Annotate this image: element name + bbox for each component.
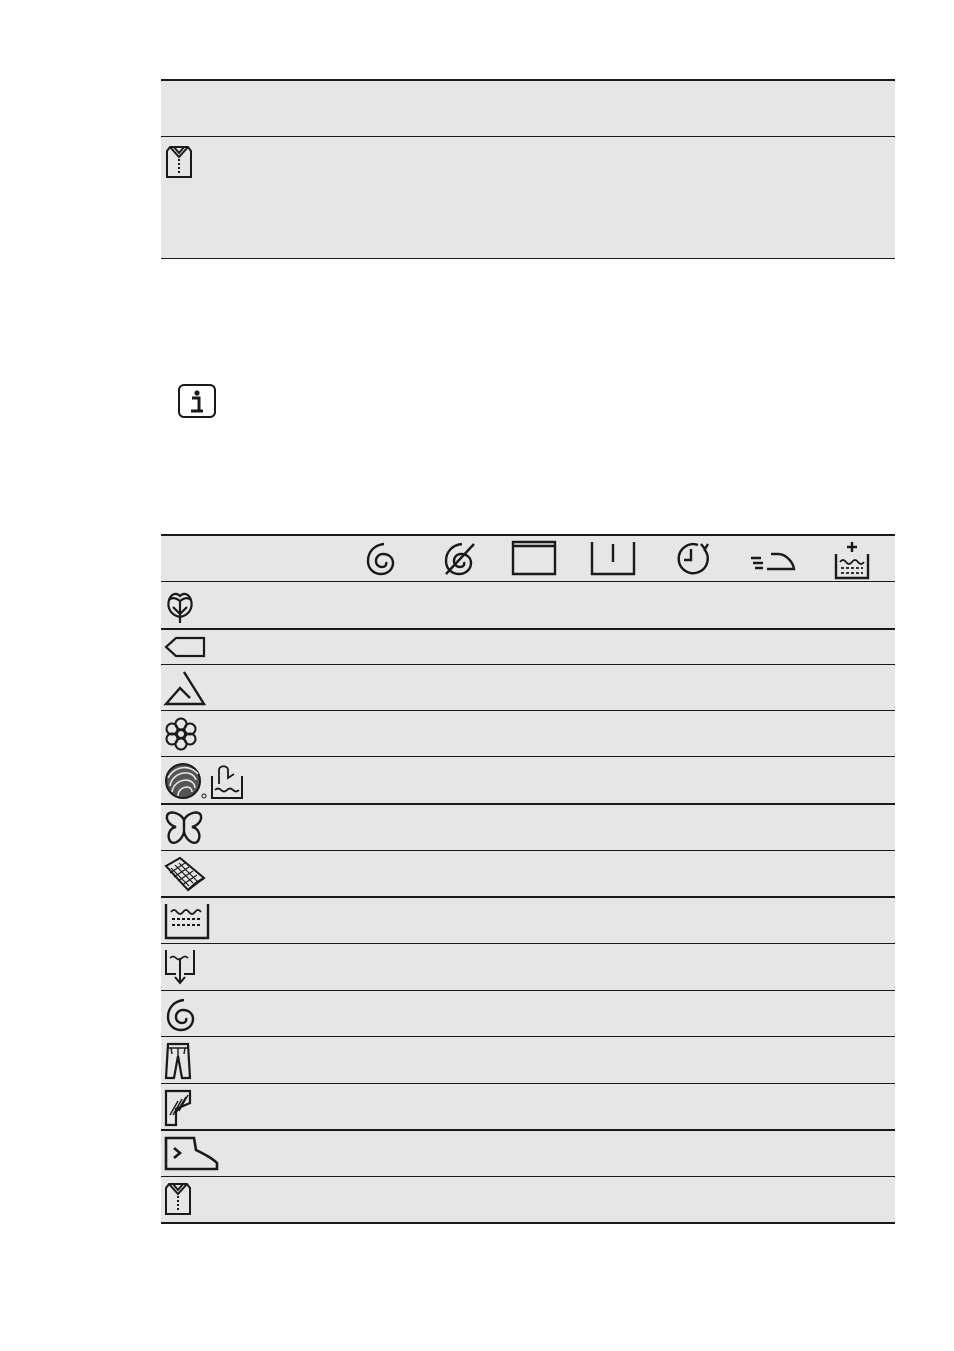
sportswear-shoe-icon <box>164 1136 220 1172</box>
row-divider <box>161 896 895 898</box>
no-spin-icon <box>442 540 478 576</box>
row-divider <box>161 1176 895 1177</box>
row-divider <box>161 756 895 757</box>
extra-rinse-icon <box>834 540 870 580</box>
drain-icon <box>164 948 196 986</box>
row-divider <box>161 710 895 711</box>
row-divider <box>161 1036 895 1037</box>
row-divider <box>161 1129 895 1131</box>
info-icon <box>177 383 217 419</box>
duvet-icon <box>164 1089 194 1127</box>
rinse-hold-icon <box>511 540 557 576</box>
mixed-flower-icon <box>164 716 198 752</box>
spin-icon <box>364 540 398 576</box>
spin-icon <box>164 996 198 1032</box>
curtains-icon <box>164 856 206 892</box>
denim-icon <box>164 1042 192 1080</box>
wool-handwash-icon <box>164 762 244 800</box>
synthetics-icon <box>164 636 206 658</box>
top-table <box>161 79 895 259</box>
rinse-icon <box>164 902 210 940</box>
cotton-icon <box>164 588 196 624</box>
table-divider <box>161 136 895 137</box>
row-divider <box>161 990 895 991</box>
row-divider <box>161 943 895 944</box>
delicates-icon <box>164 670 206 706</box>
row-divider <box>161 1222 895 1224</box>
shirts-icon <box>164 1182 192 1216</box>
shirt-icon <box>165 145 193 179</box>
time-save-icon <box>674 540 714 576</box>
night-cycle-icon <box>590 540 636 576</box>
row-divider <box>161 850 895 851</box>
row-divider <box>161 803 895 805</box>
row-divider <box>161 664 895 665</box>
row-divider <box>161 581 895 582</box>
row-divider <box>161 628 895 630</box>
silk-butterfly-icon <box>164 810 204 846</box>
easy-iron-icon <box>749 540 797 576</box>
options-table <box>161 534 895 1224</box>
row-divider <box>161 1083 895 1084</box>
